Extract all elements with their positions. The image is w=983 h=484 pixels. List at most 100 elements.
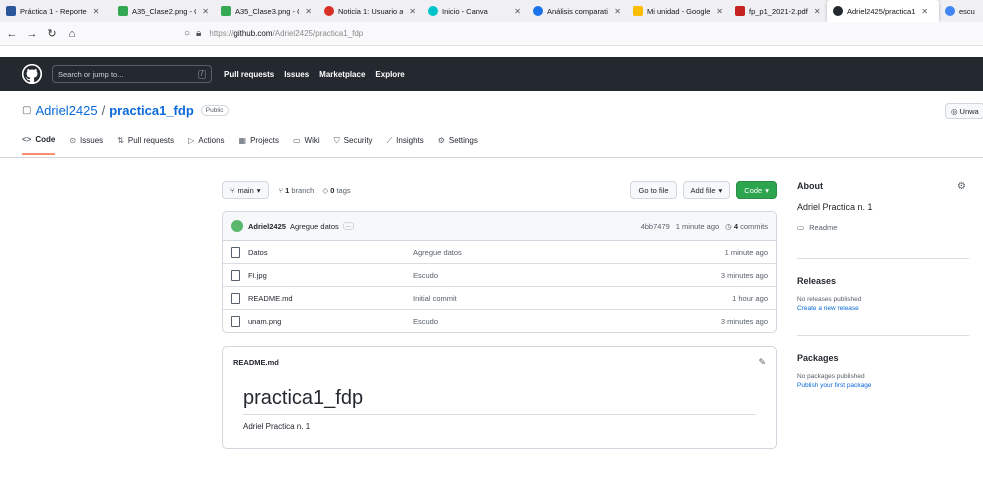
releases-title[interactable]: Releases <box>797 276 969 286</box>
book-icon: ▭ <box>797 223 805 232</box>
file-name-link[interactable]: README.md <box>248 294 413 303</box>
commit-hash-link[interactable]: 4bb7479 <box>641 222 670 231</box>
close-icon[interactable]: ✕ <box>716 7 723 16</box>
file-name-link[interactable]: unam.png <box>248 317 413 326</box>
repo-name-link[interactable]: practica1_fdp <box>109 103 194 118</box>
repo-meta: ⑂ 1 branch ◇ 0 tags <box>279 186 351 195</box>
browser-nav-bar: ← → ↻ ⌂ ○ 🔒︎ https://github.com/Adriel24… <box>0 22 983 46</box>
file-icon <box>231 316 240 327</box>
file-commit-message[interactable]: Initial commit <box>413 294 457 303</box>
gear-icon: ⚙ <box>437 136 445 145</box>
file-name-link[interactable]: FI.jpg <box>248 271 413 280</box>
divider <box>797 335 969 336</box>
nav-issues[interactable]: Issues <box>284 70 309 79</box>
branch-select-button[interactable]: ⑂ main ▾ <box>222 181 269 199</box>
tab-settings[interactable]: ⚙ Settings <box>438 135 478 155</box>
add-file-button[interactable]: Add file ▾ <box>682 181 731 199</box>
browser-tab-9[interactable]: Adriel2425/practica1 ✕ <box>827 0 939 22</box>
close-icon[interactable]: ✕ <box>814 7 821 16</box>
gear-icon[interactable]: ⚙ <box>957 181 966 192</box>
unwatch-button[interactable]: ◎ Unwa <box>945 103 983 119</box>
browser-tab-5[interactable]: Inicio - Canva ✕ <box>422 0 527 22</box>
browser-tab-1[interactable]: Práctica 1 - Reporte ✕ <box>0 0 112 22</box>
eye-icon: ◎ <box>951 106 958 116</box>
file-commit-time: 1 hour ago <box>732 293 768 303</box>
close-icon[interactable]: ✕ <box>93 7 100 16</box>
back-arrow-icon[interactable]: ← <box>4 28 20 40</box>
news-icon <box>324 6 334 16</box>
address-bar[interactable]: https://github.com/Adriel2425/practica1_… <box>209 29 363 38</box>
publish-package-link[interactable]: Publish your first package <box>797 382 969 389</box>
tags-link[interactable]: ◇ 0 tags <box>322 186 350 195</box>
repo-owner-link[interactable]: Adriel2425 <box>35 103 97 118</box>
reload-icon[interactable]: ↻ <box>44 27 60 40</box>
code-icon: <> <box>22 135 32 144</box>
pull-request-icon: ⇅ <box>117 136 124 145</box>
table-row: Datos Agregue datos 1 minute ago <box>223 241 776 264</box>
file-commit-message[interactable]: Agregue datos <box>413 248 462 257</box>
browser-tab-2[interactable]: A35_Clase2.png - Go✕ <box>112 0 215 22</box>
tab-pull-requests[interactable]: ⇅ Pull requests <box>117 135 174 155</box>
close-icon[interactable]: ✕ <box>409 7 416 16</box>
tab-wiki[interactable]: ▭ Wiki <box>293 135 320 155</box>
shield-icon[interactable]: ○ <box>184 28 190 39</box>
tab-issues[interactable]: ⊙ Issues <box>69 135 103 155</box>
browser-tab-7[interactable]: Mi unidad - Google D✕ <box>627 0 729 22</box>
close-icon[interactable]: ✕ <box>614 7 621 16</box>
file-name-link[interactable]: Datos <box>248 248 413 257</box>
canva-icon <box>428 6 438 16</box>
file-list: Adriel2425 Agregue datos ... 4bb7479 1 m… <box>222 211 777 333</box>
chevron-down-icon: ▾ <box>718 185 723 195</box>
chevron-down-icon: ▾ <box>765 185 769 195</box>
browser-tab-6[interactable]: Análisis comparativo✕ <box>527 0 627 22</box>
nav-explore[interactable]: Explore <box>375 70 404 79</box>
avatar[interactable] <box>231 220 243 232</box>
go-to-file-button[interactable]: Go to file <box>630 181 677 199</box>
close-icon[interactable]: ✕ <box>305 7 312 16</box>
file-icon <box>231 292 240 304</box>
issue-icon: ⊙ <box>69 136 77 145</box>
browser-tab-8[interactable]: fp_p1_2021-2.pdf ✕ <box>729 0 827 22</box>
close-icon[interactable]: ✕ <box>921 7 928 16</box>
browser-tab-4[interactable]: Noticia 1: Usuario an ✕ <box>318 0 422 22</box>
commits-link[interactable]: ◷ 4 commits <box>725 222 768 231</box>
github-icon <box>833 6 843 16</box>
close-icon[interactable]: ✕ <box>202 7 209 16</box>
file-commit-message[interactable]: Escudo <box>413 317 438 326</box>
close-icon[interactable]: ✕ <box>514 7 521 16</box>
forward-arrow-icon[interactable]: → <box>24 28 40 40</box>
browser-tab-3[interactable]: A35_Clase3.png - Go✕ <box>215 0 318 22</box>
packages-empty: No packages published <box>797 373 865 380</box>
nav-pull-requests[interactable]: Pull requests <box>224 70 274 79</box>
tab-insights[interactable]: ⟋ Insights <box>387 135 424 155</box>
tab-code[interactable]: <> Code <box>22 135 56 155</box>
home-icon[interactable]: ⌂ <box>64 28 80 40</box>
releases-section: Releases No releases published Create a … <box>797 276 969 312</box>
file-commit-time: 3 minutes ago <box>720 317 768 326</box>
tabs-divider <box>0 157 983 158</box>
nav-marketplace[interactable]: Marketplace <box>319 70 365 79</box>
lock-icon[interactable]: 🔒︎ <box>196 28 201 39</box>
drive-icon <box>118 6 128 16</box>
commit-author-link[interactable]: Adriel2425 <box>248 222 286 231</box>
packages-title[interactable]: Packages <box>797 353 969 363</box>
tab-projects[interactable]: ▦ Projects <box>239 135 279 155</box>
search-input[interactable]: Search or jump to... / <box>52 65 212 83</box>
repo-icon: ▢ <box>22 105 32 116</box>
branches-link[interactable]: ⑂ 1 branch <box>279 186 315 195</box>
tab-actions[interactable]: ▷ Actions <box>188 135 224 155</box>
file-toolbar: ⑂ main ▾ ⑂ 1 branch ◇ 0 tags Go to file … <box>222 180 777 200</box>
commit-message-link[interactable]: Agregue datos <box>290 222 339 231</box>
tab-security[interactable]: ⛉ Security <box>334 135 373 155</box>
readme-link[interactable]: ▭ Readme <box>797 223 969 232</box>
pencil-icon[interactable]: ✎ <box>758 357 766 368</box>
file-icon <box>231 269 240 281</box>
create-release-link[interactable]: Create a new release <box>797 305 969 312</box>
github-logo-icon[interactable] <box>22 64 42 84</box>
code-button[interactable]: Code ▾ <box>736 181 777 199</box>
word-icon <box>6 6 16 16</box>
expand-commit-button[interactable]: ... <box>342 222 354 230</box>
file-commit-message[interactable]: Escudo <box>413 271 438 280</box>
table-icon: ▦ <box>238 136 247 145</box>
browser-tab-10[interactable]: escu <box>939 0 983 22</box>
